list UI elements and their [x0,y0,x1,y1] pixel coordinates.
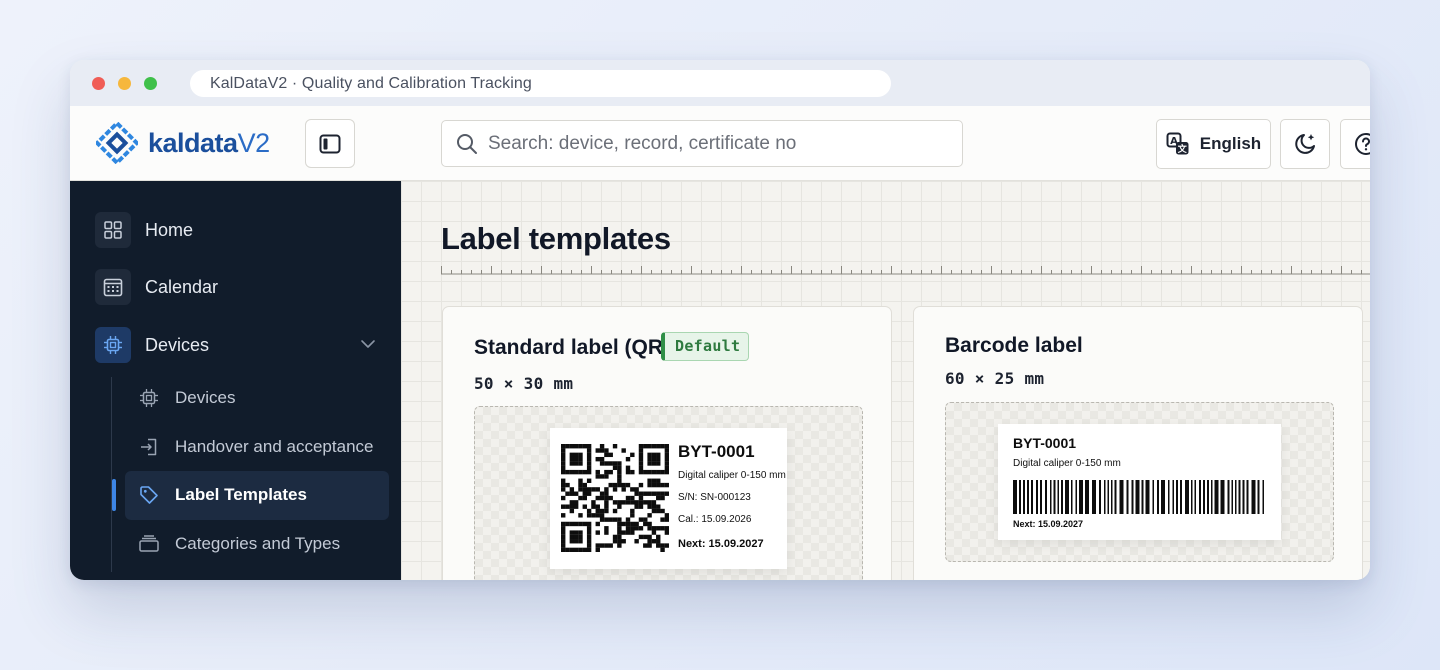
label-device-id: BYT-0001 [1013,435,1077,451]
label-device-desc: Digital caliper 0-150 mm [1013,458,1121,469]
search-box[interactable] [441,120,963,167]
label-next-date: Next: 15.09.2027 [678,538,764,550]
sidebar-subitem-categories[interactable]: Categories and Types [138,529,340,559]
default-badge: Default [661,332,750,361]
browser-titlebar: KalDataV2 · Quality and Calibration Trac… [70,60,1370,106]
language-button[interactable]: A 文 English [1156,119,1271,169]
tag-icon [138,485,160,505]
chip-icon [95,327,131,363]
app-window: KalDataV2 · Quality and Calibration Trac… [70,60,1370,580]
sidebar-item-devices[interactable]: Devices [95,327,209,363]
close-window-button[interactable] [92,77,105,90]
qr-code-icon [561,444,669,552]
label-device-id: BYT-0001 [678,442,755,461]
template-title: Standard label (QR) [474,336,671,359]
theme-toggle-button[interactable] [1280,119,1330,169]
sidebar: Home Calendar Devices Devices Handover a… [70,181,401,580]
logo-text: kaldataV2 [148,128,270,159]
calendar-icon [95,269,131,305]
template-dimensions: 60 × 25 mm [945,369,1045,388]
template-dimensions: 50 × 30 mm [474,374,574,393]
active-indicator [112,479,116,511]
logo-suffix-text: V2 [237,127,271,158]
maximize-window-button[interactable] [144,77,157,90]
sidebar-subitem-label: Handover and acceptance [175,437,374,456]
template-title: Barcode label [945,334,1083,357]
sidebar-subitem-label-templates[interactable]: Label Templates [138,480,307,510]
main-content: Label templates Standard label (QR) Defa… [401,181,1370,580]
barcode-icon [1013,480,1264,514]
grid-icon [95,212,131,248]
moon-stars-icon [1295,134,1315,154]
label-preview-area: BYT-0001 Digital caliper 0-150 mm Next: … [945,402,1334,562]
submenu-guide-line [111,377,112,572]
language-label: English [1199,134,1262,153]
help-circle-icon [1355,133,1370,155]
label-preview-area: BYT-0001 Digital caliper 0-150 mm S/N: S… [474,406,863,580]
label-device-desc: Digital caliper 0-150 mm [678,470,786,481]
sidebar-subitem-handover[interactable]: Handover and acceptance [138,432,373,462]
sidebar-item-home[interactable]: Home [95,212,193,248]
minimize-window-button[interactable] [118,77,131,90]
search-icon [457,133,477,154]
stack-icon [138,534,160,554]
label-next-date: Next: 15.09.2027 [1013,519,1084,529]
sidebar-toggle-button[interactable] [305,119,355,168]
logo-main-text: kaldata [148,127,238,158]
sidebar-subitem-label: Label Templates [175,485,307,504]
label-preview: BYT-0001 Digital caliper 0-150 mm S/N: S… [550,428,787,569]
sidebar-subitem-label: Categories and Types [175,534,341,553]
sidebar-subitem-devices[interactable]: Devices [138,383,235,413]
template-card-barcode[interactable]: Barcode label 60 × 25 mm BYT-0001 Digita… [913,306,1363,580]
template-card-qr[interactable]: Standard label (QR) Default 50 × 30 mm B… [442,306,892,580]
decorative-ruler [441,266,1370,275]
help-button[interactable] [1340,119,1370,169]
label-serial: S/N: SN-000123 [678,492,751,503]
label-cal-date: Cal.: 15.09.2026 [678,514,752,525]
sidebar-item-label: Calendar [145,276,219,297]
sidebar-item-calendar[interactable]: Calendar [95,269,218,305]
chevron-down-icon[interactable] [360,339,376,349]
browser-tab-title[interactable]: KalDataV2 · Quality and Calibration Trac… [190,70,891,97]
svg-text:文: 文 [1176,143,1187,155]
sidebar-panel-icon [319,134,341,153]
translate-icon: A 文 [1166,132,1189,155]
label-preview: BYT-0001 Digital caliper 0-150 mm Next: … [998,424,1281,540]
sidebar-item-label: Devices [145,334,210,355]
search-input[interactable] [488,132,948,155]
login-arrow-icon [138,437,160,457]
page-title: Label templates [441,221,671,256]
chip-icon [138,388,160,408]
logo-icon [96,122,138,164]
sidebar-item-label: Home [145,219,194,240]
sidebar-subitem-label: Devices [175,388,236,407]
top-navbar: kaldataV2 A 文 English [70,106,1370,181]
app-logo[interactable]: kaldataV2 [96,122,270,164]
